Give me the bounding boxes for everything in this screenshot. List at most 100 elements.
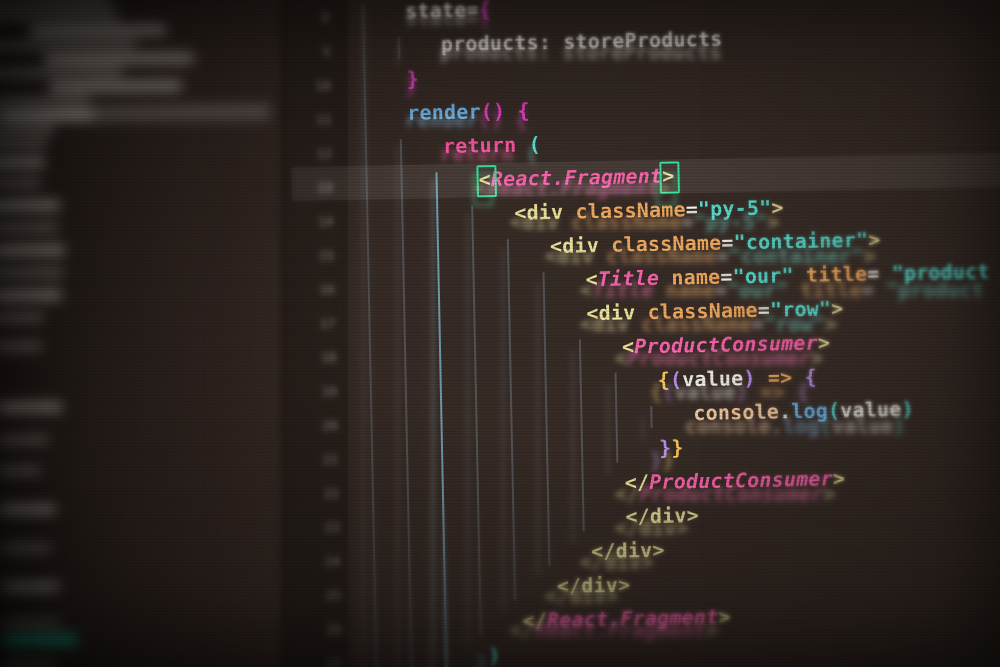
- code-token: >: [617, 572, 631, 597]
- file-explorer-rows: [0, 0, 296, 667]
- line-number: 10: [315, 78, 332, 93]
- code-line[interactable]: <React.Fragment>: [478, 163, 675, 192]
- code-line[interactable]: </React.Fragment>: [522, 604, 731, 633]
- code-token: <: [586, 301, 599, 326]
- code-line[interactable]: state={: [405, 0, 491, 23]
- code-line[interactable]: </div>: [625, 503, 699, 529]
- explorer-row[interactable]: [3, 634, 78, 647]
- code-token: .: [778, 399, 792, 424]
- explorer-row[interactable]: [0, 157, 45, 170]
- explorer-row[interactable]: [0, 10, 120, 24]
- line-number: 12: [316, 146, 333, 161]
- code-token: React.Fragment: [546, 604, 719, 633]
- line-number: 27: [327, 656, 343, 667]
- explorer-row[interactable]: [48, 80, 182, 94]
- explorer-row[interactable]: [1, 543, 51, 555]
- code-token: "py-5": [697, 195, 772, 222]
- code-line[interactable]: {(value) => {: [657, 364, 818, 392]
- explorer-row[interactable]: [0, 178, 42, 190]
- code-token: >: [867, 227, 881, 252]
- line-number-gutter: 8910111213141516171819202122232425262728…: [286, 0, 348, 667]
- code-line[interactable]: </ProductConsumer>: [624, 466, 845, 495]
- code-line[interactable]: console.log(value): [693, 396, 914, 426]
- code-line[interactable]: return (: [442, 132, 541, 159]
- code-token: ProductConsumer: [648, 466, 834, 495]
- code-line[interactable]: <div className="py-5">: [514, 195, 784, 225]
- code-editor-area[interactable]: state={ products: storeProducts} render() …: [291, 0, 1000, 667]
- code-token: ): [901, 396, 914, 421]
- explorer-row[interactable]: [0, 465, 41, 478]
- indent-guide: [542, 272, 551, 567]
- code-line[interactable]: </div>: [557, 572, 631, 597]
- explorer-row[interactable]: [0, 66, 123, 80]
- explorer-row[interactable]: [0, 402, 63, 415]
- code-token: =: [720, 264, 733, 289]
- indent-guide: [614, 372, 619, 463]
- indent-guide: [399, 138, 414, 667]
- code-token: >: [817, 330, 831, 355]
- explorer-row[interactable]: [0, 139, 47, 151]
- code-line[interactable]: }: [406, 66, 420, 91]
- code-token: "container": [733, 227, 869, 255]
- explorer-row[interactable]: [0, 341, 43, 353]
- explorer-row[interactable]: [0, 312, 44, 325]
- explorer-row[interactable]: [0, 267, 64, 280]
- file-explorer-panel[interactable]: [0, 0, 289, 667]
- code-token: div: [615, 538, 653, 563]
- explorer-row[interactable]: [2, 581, 60, 594]
- code-token: </: [522, 608, 548, 633]
- explorer-row[interactable]: [0, 110, 97, 123]
- code-line[interactable]: <Title name="our" title= "product: [585, 259, 990, 292]
- code-token: value: [681, 366, 744, 392]
- code-token: return: [442, 132, 517, 159]
- explorer-row[interactable]: [44, 52, 194, 66]
- code-line[interactable]: }}: [659, 435, 684, 459]
- code-line[interactable]: <div className="container">: [550, 227, 881, 258]
- indent-guide: [578, 339, 585, 532]
- code-token: div: [526, 199, 564, 225]
- code-line[interactable]: <div className="row">: [586, 296, 844, 326]
- code-token: }: [406, 66, 420, 91]
- explorer-row[interactable]: [0, 200, 60, 213]
- explorer-row[interactable]: [0, 289, 62, 302]
- line-number: 17: [320, 316, 336, 331]
- explorer-row[interactable]: [0, 95, 91, 109]
- explorer-row[interactable]: [0, 245, 65, 258]
- code-token: console: [693, 399, 780, 426]
- explorer-row[interactable]: [29, 24, 167, 38]
- explorer-selected-row[interactable]: [90, 104, 271, 123]
- indent-guide: [471, 205, 482, 636]
- code-line[interactable]: products: storeProducts: [441, 26, 723, 56]
- code-token: (): [480, 98, 506, 124]
- explorer-row[interactable]: [0, 222, 59, 235]
- code-token: =: [721, 230, 734, 255]
- code-token: "product: [891, 259, 990, 286]
- explorer-row[interactable]: [0, 504, 57, 517]
- code-line[interactable]: render() {: [407, 98, 530, 124]
- explorer-row[interactable]: [0, 434, 49, 447]
- code-line[interactable]: <ProductConsumer>: [622, 330, 831, 358]
- code-token: </: [624, 470, 650, 495]
- code-token: storeProducts: [563, 26, 723, 54]
- code-line[interactable]: </div>: [591, 538, 665, 563]
- explorer-row[interactable]: [3, 659, 56, 667]
- explorer-row[interactable]: [0, 39, 137, 53]
- code-token: {: [804, 364, 818, 389]
- explorer-row[interactable]: [0, 0, 111, 11]
- line-number: 26: [326, 622, 343, 637]
- code-token: >: [661, 163, 675, 188]
- code-token: React.Fragment: [490, 163, 663, 192]
- code-line[interactable]: ): [488, 643, 501, 667]
- code-lines-container: state={ products: storeProducts} render() …: [291, 0, 1000, 667]
- code-token: div: [649, 503, 687, 529]
- code-token: <: [585, 267, 599, 292]
- line-number: 18: [320, 350, 337, 365]
- code-token: div: [598, 300, 636, 326]
- explorer-row[interactable]: [0, 124, 55, 137]
- code-token: =: [466, 0, 479, 22]
- explorer-row[interactable]: [3, 618, 61, 631]
